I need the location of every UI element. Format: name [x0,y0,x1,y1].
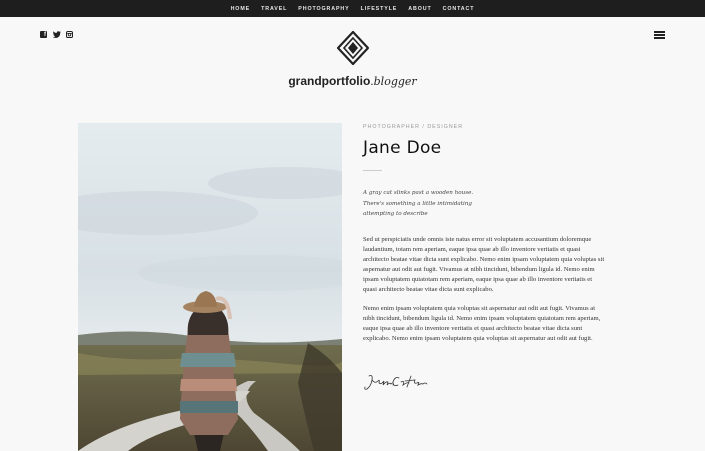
nav-home[interactable]: HOME [231,6,251,12]
site-logo-text[interactable]: grandportfolio.blogger [0,74,705,88]
text-line: Sed ut perspiciatis unde omnis iste natu… [363,236,592,243]
quote-line: attempting to describe [363,211,428,217]
logo-diamond-icon[interactable] [337,31,369,65]
profile-photo [78,123,342,451]
bio-paragraph-1: Sed ut perspiciatis unde omnis iste natu… [363,235,625,296]
text-line: explicabo. Nemo enim ipsam voluptatem qu… [363,335,593,343]
instagram-icon[interactable] [66,31,73,38]
facebook-icon[interactable]: f [40,31,47,38]
nav-lifestyle[interactable]: LIFESTYLE [361,6,398,12]
text-line: nibh tincidunt, bibendum ligula id. Nemo… [363,315,601,323]
logo-text-bold: grandportfolio [288,74,371,88]
hamburger-line [654,34,665,36]
bio-paragraph-2: Nemo enim ipsam voluptatem quia voluptas… [363,304,625,344]
profile-quote: A gray cat slinks past a wooden house. T… [363,188,493,220]
nav-photography[interactable]: PHOTOGRAPHY [298,6,349,12]
main-menu: HOME TRAVEL PHOTOGRAPHY LIFESTYLE ABOUT … [0,0,705,17]
hamburger-line [654,37,665,39]
quote-line: There's something a little intimidating [363,200,472,207]
text-line: laudantium, totam rem aperiam, eaque ips… [363,246,581,254]
text-line: aspernatur aut odit aut fugit. Vivamus a… [363,266,595,274]
text-line: architecto beatae vitae dicta sunt expli… [363,256,605,264]
twitter-icon[interactable] [53,31,61,38]
nav-travel[interactable]: TRAVEL [261,6,287,12]
hamburger-line [654,31,665,33]
quote-line: A gray cat slinks past a wooden house. [363,190,474,196]
social-links: f [40,31,73,38]
nav-about[interactable]: ABOUT [408,6,431,12]
nav-contact[interactable]: CONTACT [443,6,475,12]
signature [364,375,428,390]
top-navigation-bar: HOME TRAVEL PHOTOGRAPHY LIFESTYLE ABOUT … [0,0,705,17]
text-line: eaque ipsa quae ab illo inventore verita… [363,325,583,333]
logo-text-italic: blogger [373,75,417,88]
text-line: quasi architecto beatae vitae dicta sunt… [363,286,494,294]
divider [363,170,382,171]
text-line: ipsam voluptatem quiatotam rem aperiam, … [363,276,593,284]
profile-name: Jane Doe [363,138,442,158]
text-line: Nemo enim ipsam voluptatem quia voluptas… [363,305,596,312]
hamburger-menu-button[interactable] [654,31,665,39]
profile-subtitle: PHOTOGRAPHER / DESIGNER [363,124,464,130]
